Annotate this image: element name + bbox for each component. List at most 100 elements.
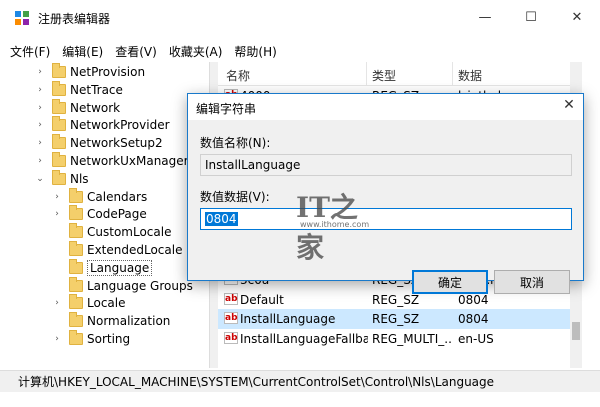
value-name-field: InstallLanguage <box>200 154 572 176</box>
menu-file[interactable]: 文件(F) <box>10 43 50 60</box>
tree-item-label: Sorting <box>87 332 131 346</box>
value-row[interactable]: abInstallLanguageFallback REG_MULTI_... en… <box>218 329 570 349</box>
folder-icon <box>52 116 66 132</box>
expand-chevron-icon[interactable]: › <box>51 298 63 308</box>
tree-item-label: Locale <box>87 296 126 311</box>
list-scrollbar-thumb[interactable] <box>572 322 580 340</box>
tree-item-language-groups[interactable]: Language Groups <box>51 276 193 295</box>
column-header-data[interactable]: 数据 <box>458 67 482 84</box>
value-data: 0804 <box>458 312 489 326</box>
tree-item-codepage[interactable]: › CodePage <box>51 205 147 223</box>
tree-item-language[interactable]: Language <box>51 258 153 277</box>
list-header: 名称 类型 数据 <box>218 62 582 86</box>
expand-chevron-icon[interactable]: › <box>51 192 63 202</box>
menu-help[interactable]: 帮助(H) <box>234 43 276 60</box>
tree-item-locale[interactable]: › Locale <box>51 294 125 312</box>
window-title: 注册表编辑器 <box>38 12 111 26</box>
value-data-label: 数值数据(V): <box>200 190 270 204</box>
expand-chevron-icon[interactable]: › <box>34 138 46 148</box>
dialog-title: 编辑字符串 <box>196 102 257 116</box>
regedit-app-icon <box>15 11 29 25</box>
ithome-watermark: IT之家 www.ithome.com <box>296 186 376 264</box>
tree-item-label: Language Groups <box>87 278 193 293</box>
column-header-name[interactable]: 名称 <box>226 67 250 84</box>
tree-item-normalization[interactable]: Normalization <box>51 312 170 330</box>
expand-chevron-icon[interactable]: › <box>51 209 63 219</box>
value-data-input[interactable]: 0804 <box>200 208 572 230</box>
tree-item-label: Network <box>70 100 121 115</box>
dialog-close-button[interactable]: ✕ <box>558 97 580 117</box>
close-icon: ✕ <box>563 97 575 113</box>
ok-button[interactable]: 确定 <box>412 270 488 294</box>
tree-item-sorting[interactable]: › Sorting <box>51 330 130 348</box>
tree-item-networkuxmanager[interactable]: › NetworkUxManager <box>34 152 189 170</box>
tree-item-netprovision[interactable]: › NetProvision <box>34 63 145 81</box>
tree-item-label: NetworkUxManager <box>70 154 189 168</box>
tree-item-label: NetProvision <box>70 65 146 79</box>
string-value-icon: ab <box>224 331 238 344</box>
tree-item-extendedlocale[interactable]: ExtendedLocale <box>51 241 182 259</box>
folder-icon <box>69 187 83 203</box>
close-button[interactable]: ✕ <box>554 0 600 34</box>
tree-item-label: Normalization <box>87 314 171 329</box>
folder-icon <box>69 223 83 239</box>
expand-chevron-icon[interactable]: › <box>34 103 46 113</box>
status-bar-path: 计算机\HKEY_LOCAL_MACHINE\SYSTEM\CurrentCon… <box>0 370 600 392</box>
title-bar: 注册表编辑器 — ☐ ✕ <box>0 0 600 36</box>
folder-icon <box>52 63 66 78</box>
value-name: InstallLanguage <box>240 312 336 326</box>
folder-icon <box>52 98 66 114</box>
menu-view[interactable]: 查看(V) <box>115 43 157 60</box>
tree-item-nettrace[interactable]: › NetTrace <box>34 80 123 99</box>
tree-item-label: NetworkSetup2 <box>70 136 163 151</box>
menu-favorites[interactable]: 收藏夹(A) <box>169 43 223 60</box>
folder-icon <box>69 258 83 274</box>
maximize-icon: ☐ <box>525 9 537 25</box>
minimize-button[interactable]: — <box>462 0 508 34</box>
value-type: REG_SZ <box>372 312 420 326</box>
dialog-body: 数值名称(N): InstallLanguage 数值数据(V): 0804 确… <box>188 120 583 294</box>
collapse-chevron-icon[interactable]: ⌄ <box>34 174 46 184</box>
tree-item-label: Language <box>87 259 153 276</box>
expand-chevron-icon[interactable]: › <box>34 156 46 166</box>
cancel-button[interactable]: 取消 <box>494 270 570 294</box>
tree-item-customlocale[interactable]: CustomLocale <box>51 223 171 241</box>
menu-edit[interactable]: 编辑(E) <box>62 43 103 60</box>
folder-icon <box>52 169 66 185</box>
value-name-label: 数值名称(N): <box>200 136 271 150</box>
tree-item-nls[interactable]: ⌄ Nls <box>34 169 89 188</box>
column-divider[interactable] <box>366 62 367 86</box>
registry-tree[interactable]: › NetProvision › NetTrace › Network › NetworkPr… <box>12 62 210 368</box>
folder-icon <box>52 80 66 96</box>
column-header-type[interactable]: 类型 <box>372 67 396 84</box>
tree-item-label: NetTrace <box>70 82 123 97</box>
tree-item-label: ExtendedLocale <box>87 243 183 257</box>
string-value-icon: ab <box>224 292 238 305</box>
expand-chevron-icon[interactable]: › <box>34 120 46 130</box>
tree-item-networkprovider[interactable]: › NetworkProvider <box>34 116 170 134</box>
tree-item-networksetup2[interactable]: › NetworkSetup2 <box>34 134 163 152</box>
dialog-title-bar[interactable]: 编辑字符串 ✕ <box>188 94 583 120</box>
tree-item-network[interactable]: › Network <box>34 98 121 117</box>
tree-item-label: NetworkProvider <box>70 118 170 133</box>
folder-icon <box>69 294 83 310</box>
string-value-icon: ab <box>224 312 238 324</box>
folder-icon <box>69 312 83 328</box>
folder-icon <box>52 152 66 167</box>
watermark-url: www.ithome.com <box>300 220 370 229</box>
selected-text: 0804 <box>205 212 238 226</box>
folder-icon <box>69 276 83 292</box>
maximize-button[interactable]: ☐ <box>508 0 554 34</box>
value-data: 0804 <box>458 292 489 307</box>
expand-chevron-icon[interactable]: › <box>34 67 46 77</box>
tree-item-calendars[interactable]: › Calendars <box>51 187 147 206</box>
column-divider[interactable] <box>452 62 453 86</box>
value-name: InstallLanguageFallback <box>240 331 368 346</box>
expand-chevron-icon[interactable]: › <box>51 334 63 344</box>
value-row[interactable]: ab InstallLanguage REG_SZ 0804 <box>218 309 570 329</box>
folder-icon <box>69 241 83 256</box>
folder-icon <box>52 134 66 150</box>
value-type: REG_MULTI_... <box>372 331 452 346</box>
expand-chevron-icon[interactable]: › <box>34 85 46 95</box>
tree-item-label: CustomLocale <box>87 225 172 240</box>
